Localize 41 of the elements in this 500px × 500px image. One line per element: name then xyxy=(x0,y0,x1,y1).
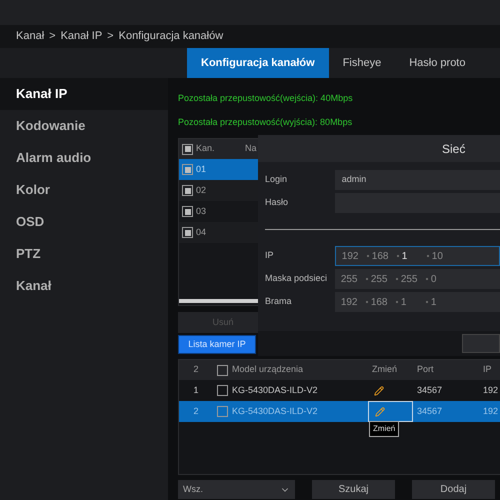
field-label: Maska podsieci xyxy=(265,272,328,286)
field-label: Brama xyxy=(265,295,293,308)
table-cell-text: 34567 xyxy=(416,384,444,397)
bandwidth-text: Pozostała przepustowość(wyjścia): 80Mbps xyxy=(178,116,354,129)
column-header: Model urządzenia xyxy=(232,363,304,376)
breadcrumb-item: Konfiguracja kanałów xyxy=(118,29,224,44)
ip-octet: 255 xyxy=(340,272,358,286)
breadcrumb-item: Kanał xyxy=(16,29,44,44)
ip-octet: 192 xyxy=(342,250,360,264)
tooltip: Zmień xyxy=(369,421,400,437)
table-cell-text: 34567 xyxy=(416,404,444,418)
field-label: Hasło xyxy=(265,196,290,210)
ip-octet: 1 xyxy=(400,296,408,310)
ip-octet: 168 xyxy=(370,296,388,310)
ip-octet: 1 xyxy=(430,296,438,310)
column-header: Na xyxy=(245,142,257,156)
ip-octet: 255 xyxy=(370,272,388,286)
table-cell-text: 192 xyxy=(482,384,498,397)
breadcrumb-item: > xyxy=(49,29,56,44)
bandwidth-text: Pozostała przepustowość(wejścia): 40Mbps xyxy=(178,92,354,105)
table-cell-text: 2 xyxy=(192,404,200,418)
ip-octet: 255 xyxy=(400,272,418,286)
column-header: Kan. xyxy=(196,142,215,156)
table-cell-text: 192 xyxy=(482,404,498,418)
table-cell-text: KG-5430DAS-ILD-V2 xyxy=(232,404,318,418)
breadcrumb-item: Kanał IP xyxy=(60,29,102,44)
ip-octet: 192 xyxy=(340,296,358,310)
column-header: 2 xyxy=(192,363,200,376)
breadcrumb-item: > xyxy=(107,29,114,44)
field-label: Login xyxy=(265,173,288,186)
dialog-title: Sieć xyxy=(442,140,466,158)
ip-octet: 10 xyxy=(432,250,444,264)
column-header: Zmień xyxy=(371,363,398,376)
column-header: IP xyxy=(482,363,492,376)
table-cell-text: KG-5430DAS-ILD-V2 xyxy=(232,384,318,397)
ip-octet: 1 xyxy=(402,250,408,264)
ip-octet: 0 xyxy=(430,272,438,286)
column-header: Port xyxy=(416,363,435,376)
field-label: IP xyxy=(265,249,275,262)
table-cell-text: 1 xyxy=(192,384,200,397)
ip-octet: 168 xyxy=(372,250,390,264)
